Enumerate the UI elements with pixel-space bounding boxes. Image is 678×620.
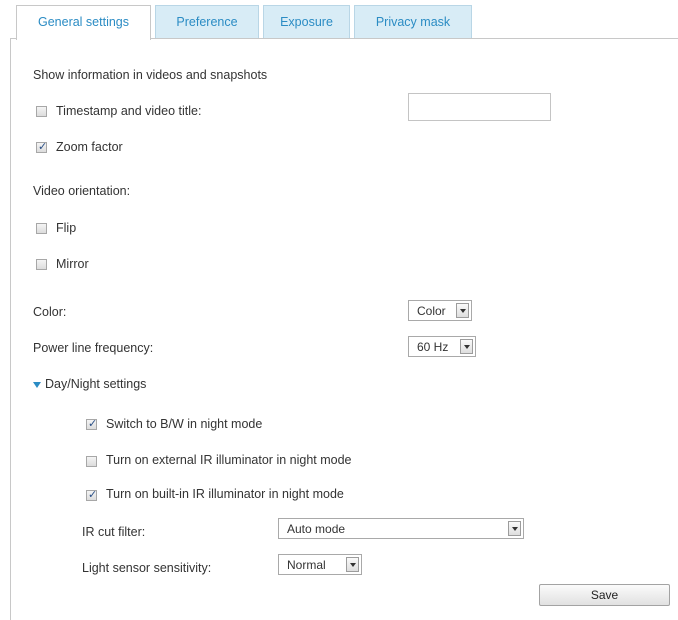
chevron-down-icon[interactable]	[460, 339, 473, 354]
power-line-frequency-value: 60 Hz	[417, 340, 449, 354]
light-sensor-sensitivity-select[interactable]: Normal	[278, 554, 362, 575]
video-orientation-heading: Video orientation:	[33, 184, 131, 198]
timestamp-checkbox[interactable]	[36, 106, 47, 117]
chevron-down-icon[interactable]	[456, 303, 469, 318]
power-line-frequency-label: Power line frequency:	[33, 341, 154, 355]
check-icon: ✓	[88, 418, 98, 430]
check-icon: ✓	[38, 141, 48, 153]
show-info-heading: Show information in videos and snapshots	[33, 68, 268, 82]
light-sensor-sensitivity-label: Light sensor sensitivity:	[82, 561, 212, 575]
mirror-label: Mirror	[56, 257, 89, 271]
external-ir-checkbox[interactable]	[86, 456, 97, 467]
video-title-input[interactable]	[408, 93, 551, 121]
chevron-down-icon[interactable]	[346, 557, 359, 572]
tab-privacy-mask[interactable]: Privacy mask	[354, 5, 472, 38]
flip-checkbox[interactable]	[36, 223, 47, 234]
tab-general-settings[interactable]: General settings	[16, 5, 151, 40]
color-select-value: Color	[417, 304, 446, 318]
ir-cut-filter-value: Auto mode	[287, 522, 346, 536]
zoom-factor-checkbox[interactable]: ✓	[36, 141, 48, 153]
chevron-down-icon[interactable]	[508, 521, 521, 536]
power-line-frequency-select[interactable]: 60 Hz	[408, 336, 476, 357]
mirror-checkbox[interactable]	[36, 259, 47, 270]
bw-night-mode-checkbox[interactable]: ✓	[86, 418, 98, 430]
check-icon: ✓	[88, 489, 98, 501]
day-night-settings-toggle[interactable]: Day/Night settings	[45, 377, 146, 391]
ir-cut-filter-label: IR cut filter:	[82, 525, 146, 539]
zoom-factor-label: Zoom factor	[56, 140, 123, 154]
color-select[interactable]: Color	[408, 300, 472, 321]
builtin-ir-checkbox[interactable]: ✓	[86, 489, 98, 501]
tab-preference[interactable]: Preference	[155, 5, 259, 38]
color-label: Color:	[33, 305, 67, 319]
light-sensor-sensitivity-value: Normal	[287, 558, 326, 572]
timestamp-label: Timestamp and video title:	[56, 104, 202, 118]
external-ir-label: Turn on external IR illuminator in night…	[106, 453, 352, 467]
ir-cut-filter-select[interactable]: Auto mode	[278, 518, 524, 539]
save-button[interactable]: Save	[539, 584, 670, 606]
builtin-ir-label: Turn on built-in IR illuminator in night…	[106, 487, 344, 501]
bw-night-mode-label: Switch to B/W in night mode	[106, 417, 263, 431]
tab-exposure[interactable]: Exposure	[263, 5, 350, 38]
flip-label: Flip	[56, 221, 77, 235]
expand-triangle-icon[interactable]	[33, 382, 41, 388]
